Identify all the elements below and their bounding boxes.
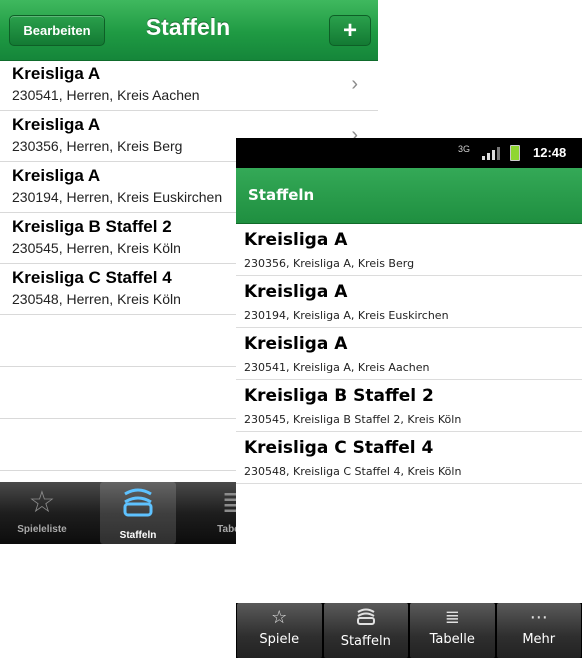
item-subtitle: 230356, Herren, Kreis Berg [12,138,183,154]
star-icon: ☆ [271,607,288,628]
list-item[interactable]: Kreisliga A 230356, Kreisliga A, Kreis B… [236,224,582,276]
ios-navbar: Bearbeiten Staffeln + [0,0,378,61]
list-item[interactable]: Kreisliga A 230541, Herren, Kreis Aachen… [0,60,378,111]
tab-label: Spieleliste [17,524,67,535]
item-subtitle: 230548, Herren, Kreis Köln [12,291,181,307]
more-icon: ⋯ [529,607,548,628]
item-title: Kreisliga C Staffel 4 [244,438,434,458]
item-title: Kreisliga A [12,115,101,134]
staffeln-icon [324,607,409,631]
item-subtitle: 230548, Kreisliga C Staffel 4, Kreis Köl… [244,465,462,478]
page-title: Staffeln [248,186,315,204]
android-tabbar: ☆ Spiele Staffeln ≣ Tabelle ⋯ Mehr [236,603,582,658]
network-indicator: 3G [458,144,471,154]
action-bar: Staffeln [236,168,582,224]
tab-label: Tabelle [429,632,475,647]
item-title: Kreisliga B Staffel 2 [244,386,434,406]
signal-icon [482,147,500,160]
android-screen: 3G 12:48 Staffeln Kreisliga A 230356, Kr… [236,138,582,658]
tab-tabelle[interactable]: ≣ Tabelle [410,603,495,658]
edit-button[interactable]: Bearbeiten [9,15,105,46]
item-title: Kreisliga A [244,282,348,302]
list-item[interactable]: Kreisliga A 230541, Kreisliga A, Kreis A… [236,328,582,380]
tab-label: Spiele [259,632,300,647]
battery-icon [510,145,520,161]
clock: 12:48 [533,145,567,160]
item-subtitle: 230194, Herren, Kreis Euskirchen [12,189,223,205]
item-title: Kreisliga A [244,230,348,250]
item-title: Kreisliga C Staffel 4 [12,268,172,287]
list-item[interactable]: Kreisliga A 230194, Kreisliga A, Kreis E… [236,276,582,328]
tab-staffeln[interactable]: Staffeln [100,482,176,544]
tab-label: Mehr [522,632,556,647]
page-title: Staffeln [145,14,231,40]
tab-label: Staffeln [119,530,157,541]
item-title: Kreisliga A [12,166,101,185]
star-icon: ☆ [28,486,56,519]
item-subtitle: 230541, Herren, Kreis Aachen [12,87,200,103]
item-subtitle: 230356, Kreisliga A, Kreis Berg [244,257,415,270]
status-bar: 3G 12:48 [236,138,582,168]
item-subtitle: 230545, Herren, Kreis Köln [12,240,181,256]
tab-spieleliste[interactable]: ☆ Spieleliste [4,482,80,544]
tab-label: Staffeln [340,634,391,649]
item-title: Kreisliga A [244,334,348,354]
list-item[interactable]: Kreisliga C Staffel 4 230548, Kreisliga … [236,432,582,484]
item-title: Kreisliga B Staffel 2 [12,217,172,236]
list-icon: ≣ [444,607,460,628]
staffel-list: Kreisliga A 230356, Kreisliga A, Kreis B… [236,224,582,484]
tab-staffeln[interactable]: Staffeln [323,603,409,658]
chevron-right-icon: › [351,73,358,95]
item-subtitle: 230541, Kreisliga A, Kreis Aachen [244,361,430,374]
add-button[interactable]: + [329,15,371,46]
tab-spiele[interactable]: ☆ Spiele [237,603,322,658]
item-subtitle: 230545, Kreisliga B Staffel 2, Kreis Köl… [244,413,462,426]
item-title: Kreisliga A [12,64,101,83]
item-subtitle: 230194, Kreisliga A, Kreis Euskirchen [244,309,449,322]
staffeln-icon [100,486,176,526]
tab-mehr[interactable]: ⋯ Mehr [496,603,581,658]
list-item[interactable]: Kreisliga B Staffel 2 230545, Kreisliga … [236,380,582,432]
